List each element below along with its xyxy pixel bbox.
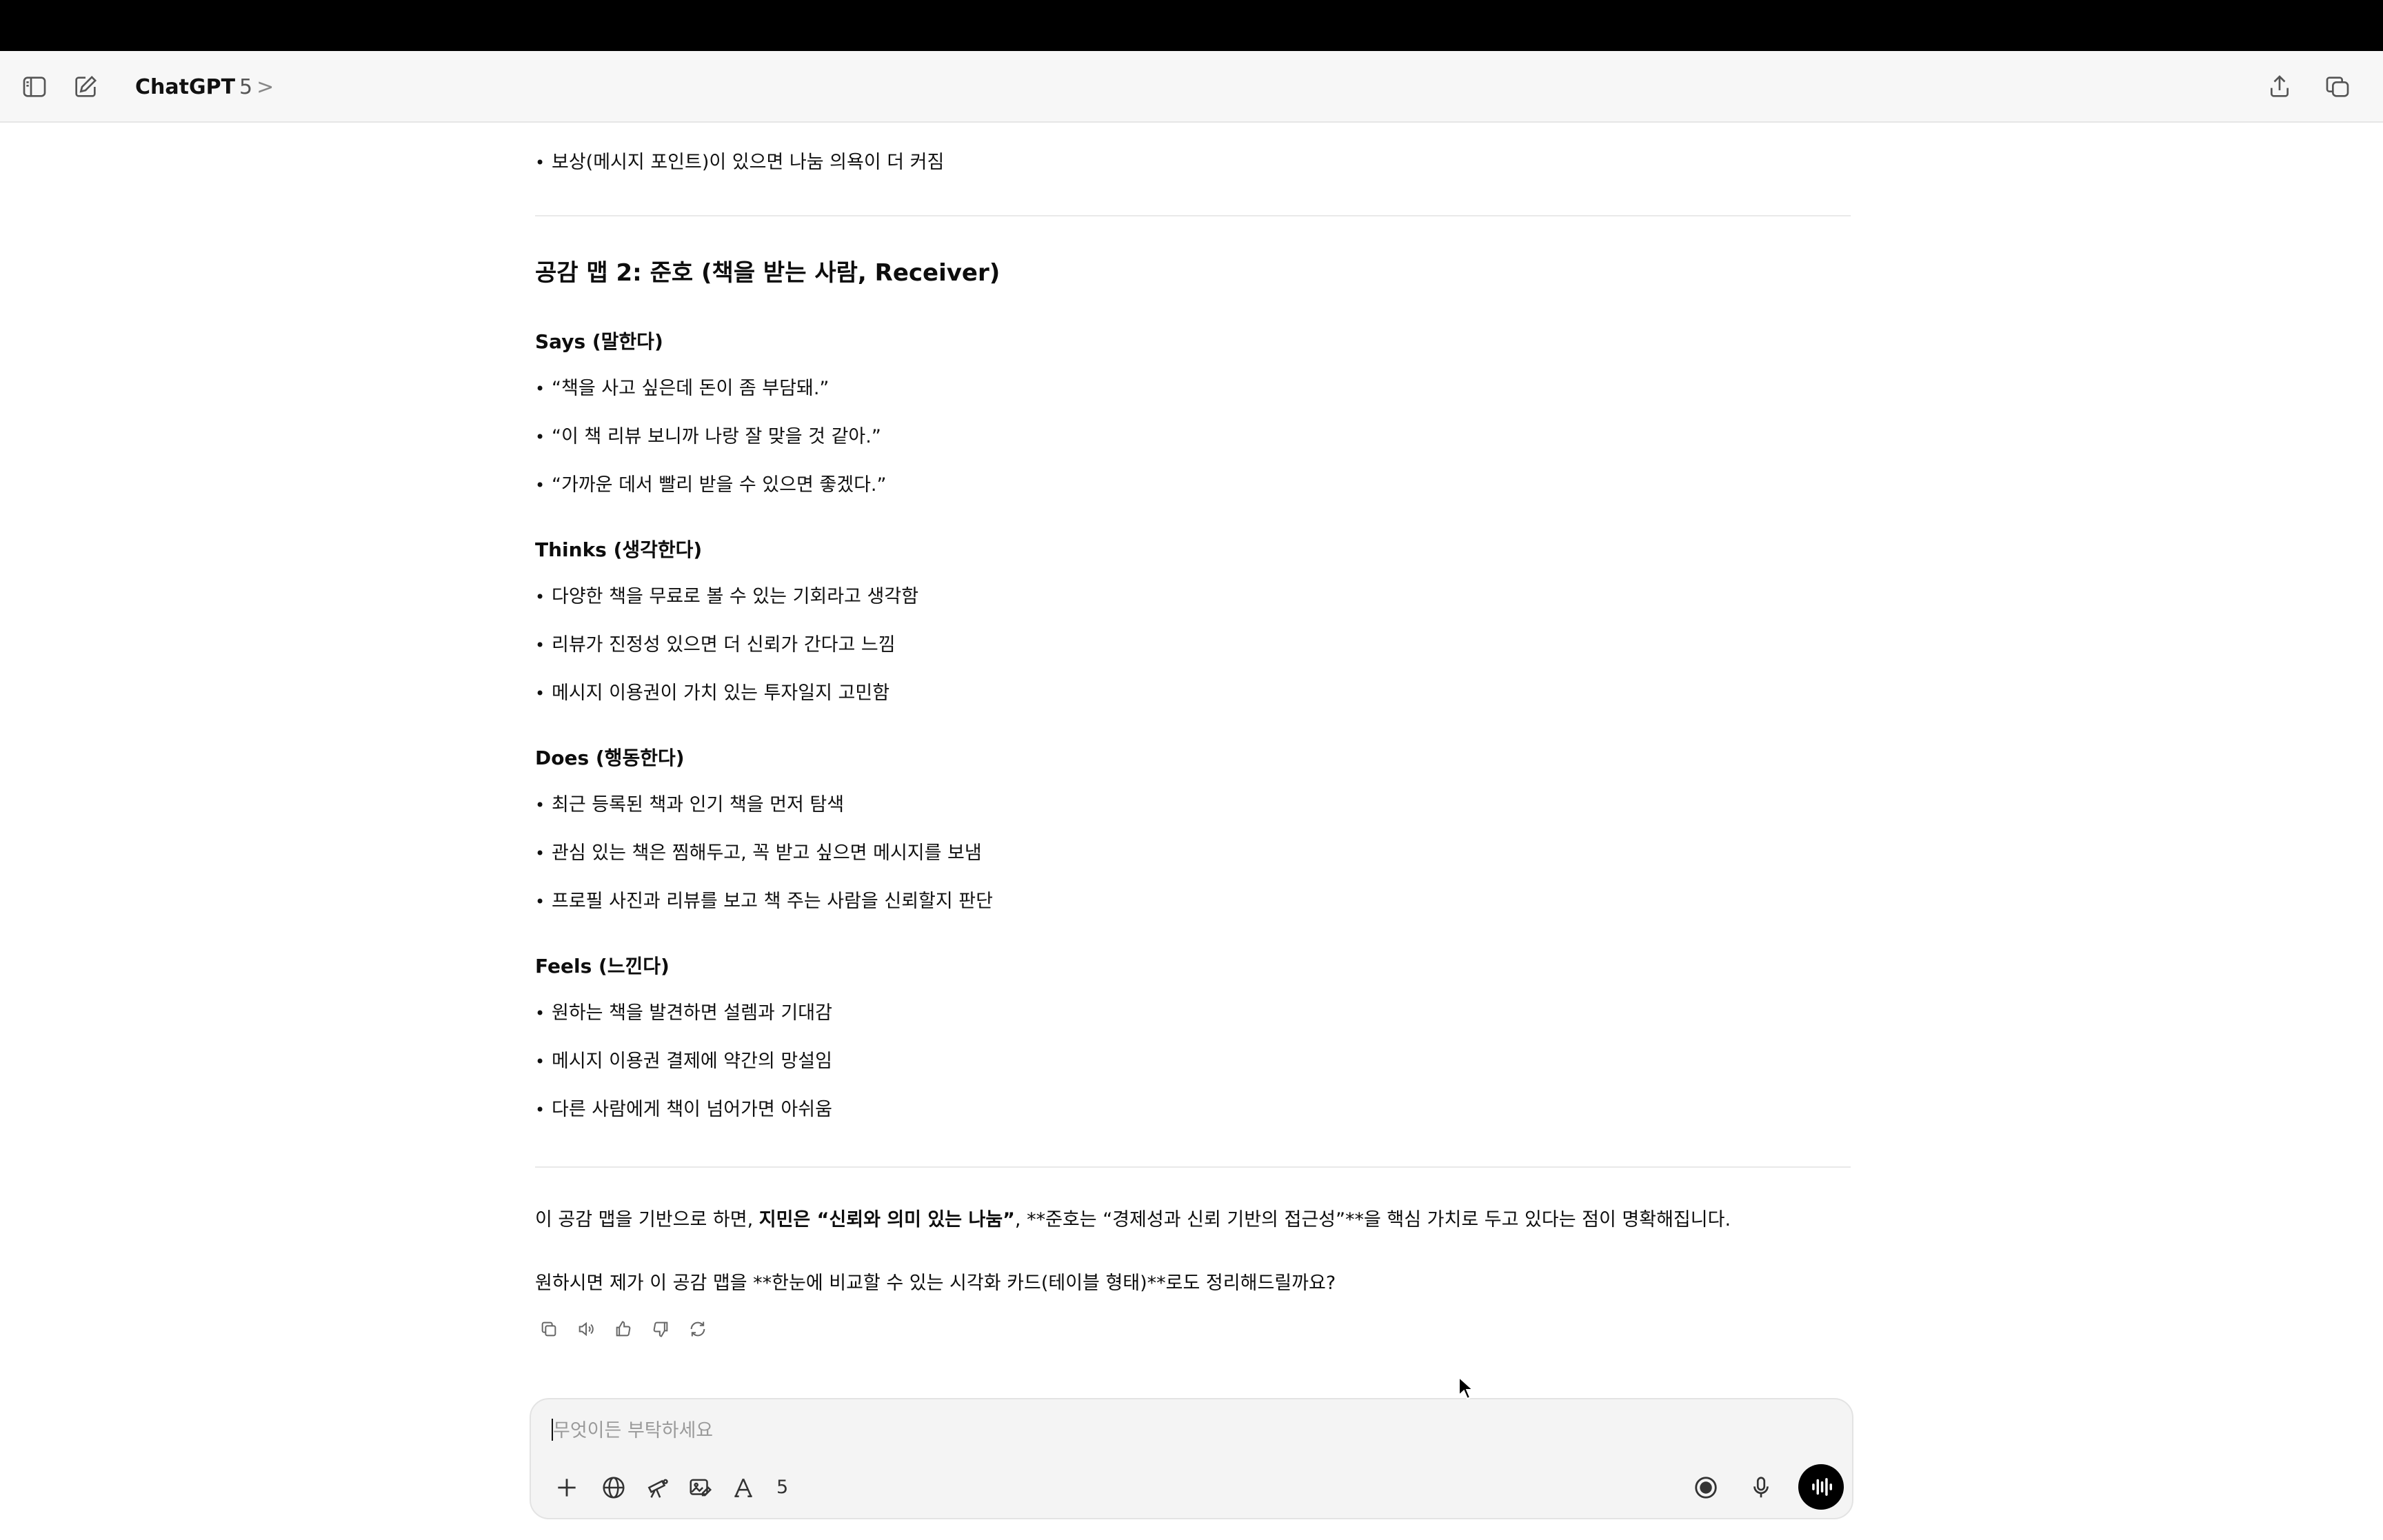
tool-count-badge: 5	[776, 1477, 789, 1498]
summary-bold-text: 지민은 “신뢰와 의미 있는 나눔”	[758, 1209, 1015, 1230]
model-version-label: 5	[239, 74, 253, 99]
list-item: 최근 등록된 책과 인기 책을 먼저 탐색	[535, 791, 844, 819]
list-item: 다른 사람에게 책이 넘어가면 아쉬움	[535, 1096, 832, 1124]
microphone-icon[interactable]	[1742, 1468, 1780, 1507]
thumbs-down-icon[interactable]	[647, 1315, 674, 1343]
chevron-right-icon: >	[257, 74, 274, 99]
new-window-icon[interactable]	[2321, 70, 2354, 103]
list-item: “책을 사고 싶은데 돈이 좀 부담돼.”	[535, 375, 829, 403]
followup-question: 원하시면 제가 이 공감 맵을 **한눈에 비교할 수 있는 시각화 카드(테이…	[535, 1273, 1336, 1294]
summary-text: , **준호는 “경제성과 신뢰 기반의 접근성”**을 핵심 가치로 두고 있…	[1014, 1209, 1731, 1230]
list-item: 관심 있는 책은 찜해두고, 꼭 받고 싶으면 메시지를 보냄	[535, 840, 982, 867]
thumbs-up-icon[interactable]	[610, 1315, 637, 1343]
screen-top-bar	[0, 0, 2383, 51]
compose-icon[interactable]	[69, 70, 102, 103]
telescope-icon[interactable]	[639, 1468, 677, 1507]
section-heading: Thinks (생각한다)	[535, 538, 703, 561]
voice-mode-icon[interactable]	[1798, 1464, 1844, 1510]
list-item: 리뷰가 진정성 있으면 더 신뢰가 간다고 느낌	[535, 631, 896, 659]
list-item: 보상(메시지 포인트)이 있으면 나눔 의욕이 더 커짐	[535, 149, 944, 176]
globe-icon[interactable]	[594, 1468, 633, 1507]
title-bar: ChatGPT 5 >	[0, 51, 2383, 123]
divider	[535, 1166, 1851, 1168]
share-icon[interactable]	[2263, 70, 2296, 103]
section-heading: Feels (느낀다)	[535, 955, 670, 977]
record-icon[interactable]	[1687, 1468, 1725, 1507]
summary-paragraph: 이 공감 맵을 기반으로 하면, 지민은 “신뢰와 의미 있는 나눔”, **준…	[535, 1206, 1731, 1234]
section-heading: Says (말한다)	[535, 330, 663, 353]
list-item: “이 책 리뷰 보니까 나랑 잘 맞을 것 같아.”	[535, 423, 881, 451]
prompt-input[interactable]	[552, 1415, 1727, 1446]
divider	[535, 215, 1851, 216]
regenerate-icon[interactable]	[684, 1315, 712, 1343]
composer: 5	[530, 1398, 1853, 1519]
plus-icon[interactable]	[547, 1468, 586, 1507]
list-item: “가까운 데서 빨리 받을 수 있으면 좋겠다.”	[535, 472, 887, 499]
sidebar-toggle-icon[interactable]	[18, 70, 51, 103]
tools-icon[interactable]	[724, 1468, 763, 1507]
list-item: 다양한 책을 무료로 볼 수 있는 기회라고 생각함	[535, 583, 918, 611]
message-actions	[535, 1315, 712, 1343]
section-title: 공감 맵 2: 준호 (책을 받는 사람, Receiver)	[535, 259, 1001, 287]
list-item: 메시지 이용권이 가치 있는 투자일지 고민함	[535, 680, 889, 707]
list-item: 원하는 책을 발견하면 설렘과 기대감	[535, 1000, 832, 1027]
summary-text: 이 공감 맵을 기반으로 하면,	[535, 1209, 759, 1230]
list-item: 메시지 이용권 결제에 약간의 망설임	[535, 1048, 832, 1075]
copy-icon[interactable]	[535, 1315, 563, 1343]
section-heading: Does (행동한다)	[535, 747, 685, 769]
image-edit-icon[interactable]	[681, 1468, 720, 1507]
model-name-label: ChatGPT	[135, 74, 236, 99]
list-item: 프로필 사진과 리뷰를 보고 책 주는 사람을 신뢰할지 판단	[535, 888, 993, 915]
clipped-line	[535, 123, 811, 130]
text-caret	[552, 1419, 553, 1441]
model-selector[interactable]: ChatGPT 5 >	[135, 69, 274, 105]
read-aloud-icon[interactable]	[572, 1315, 600, 1343]
mouse-cursor-icon	[1458, 1376, 1475, 1400]
